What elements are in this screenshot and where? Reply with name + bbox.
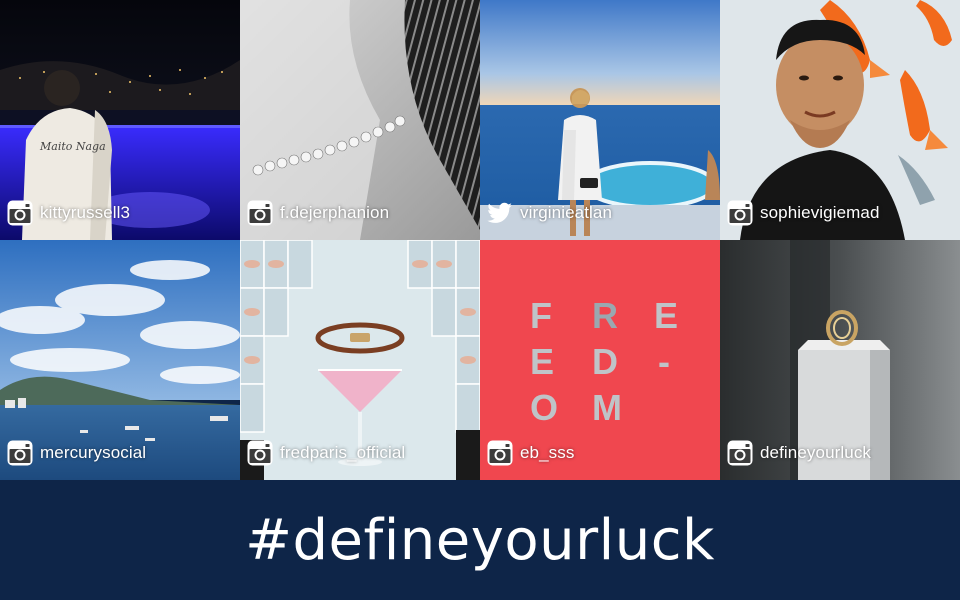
- photo-tile-kittyrussell3[interactable]: Maito Naga kittyrussell3: [0, 0, 240, 240]
- user-handle[interactable]: mercurysocial: [40, 443, 146, 463]
- instagram-icon: [7, 200, 33, 226]
- instagram-icon: [247, 440, 273, 466]
- photo-tile-sophievigiemad[interactable]: sophievigiemad: [720, 0, 960, 240]
- tile-tag: fredparis_official: [247, 440, 405, 466]
- tile-tag: f.dejerphanion: [247, 200, 389, 226]
- freedom-typography: F R E E D - O M: [530, 295, 680, 428]
- freedom-letter: M: [592, 387, 622, 428]
- tile-tag: sophievigiemad: [727, 200, 880, 226]
- freedom-letter: E: [654, 295, 679, 336]
- tile-tag: eb_sss: [487, 440, 574, 466]
- instagram-icon: [247, 200, 273, 226]
- freedom-letter: E: [530, 341, 555, 382]
- tile-tag: defineyourluck: [727, 440, 871, 466]
- freedom-letter: O: [530, 387, 559, 428]
- freedom-letter: D: [592, 341, 618, 382]
- photo-tile-defineyourluck[interactable]: defineyourluck: [720, 240, 960, 480]
- user-handle[interactable]: fredparis_official: [280, 443, 405, 463]
- tile-tag: kittyrussell3: [7, 200, 130, 226]
- instagram-icon: [727, 440, 753, 466]
- instagram-icon: [727, 200, 753, 226]
- user-handle[interactable]: f.dejerphanion: [280, 203, 389, 223]
- instagram-icon: [487, 440, 513, 466]
- user-handle[interactable]: virginieatlan: [520, 203, 612, 223]
- freedom-letter: -: [658, 341, 670, 382]
- user-handle[interactable]: sophievigiemad: [760, 203, 880, 223]
- photo-tile-eb-sss[interactable]: F R E E D - O M eb_sss: [480, 240, 720, 480]
- freedom-letter: R: [592, 295, 618, 336]
- svg-text:Maito Naga: Maito Naga: [39, 140, 106, 153]
- photo-tile-virginieatlan[interactable]: virginieatlan: [480, 0, 720, 240]
- freedom-letter: F: [530, 295, 552, 336]
- instagram-icon: [7, 440, 33, 466]
- user-handle[interactable]: kittyrussell3: [40, 203, 130, 223]
- social-photo-grid: Maito Naga kittyrussell3 f.dejerphanion …: [0, 0, 960, 480]
- hashtag-banner: #defineyourluck: [0, 480, 960, 600]
- photo-tile-mercurysocial[interactable]: mercurysocial: [0, 240, 240, 480]
- user-handle[interactable]: eb_sss: [520, 443, 574, 463]
- photo-tile-f-dejerphanion[interactable]: f.dejerphanion: [240, 0, 480, 240]
- user-handle[interactable]: defineyourluck: [760, 443, 871, 463]
- tile-tag: mercurysocial: [7, 440, 146, 466]
- photo-tile-fredparis-official[interactable]: fredparis_official: [240, 240, 480, 480]
- twitter-icon: [487, 202, 512, 223]
- tile-tag: virginieatlan: [487, 200, 612, 226]
- campaign-hashtag[interactable]: #defineyourluck: [245, 508, 715, 573]
